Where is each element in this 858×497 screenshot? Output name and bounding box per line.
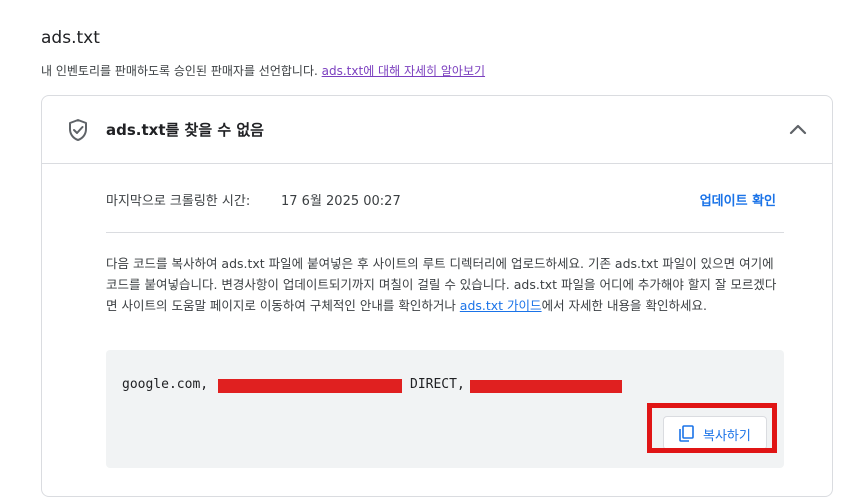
redacted-cert-id bbox=[470, 380, 622, 393]
status-card-header[interactable]: ads.txt를 찾을 수 없음 bbox=[42, 96, 832, 164]
instructions-part2: 에서 자세한 내용을 확인하세요. bbox=[541, 298, 707, 313]
divider bbox=[106, 232, 784, 233]
last-crawled-value: 17 6월 2025 00:27 bbox=[281, 194, 401, 209]
page-subtitle: 내 인벤토리를 판매하도록 승인된 판매자를 선언합니다. ads.txt에 대… bbox=[41, 62, 485, 79]
instructions-text: 다음 코드를 복사하여 ads.txt 파일에 붙여넣은 후 사이트의 루트 디… bbox=[106, 253, 782, 316]
learn-more-link[interactable]: ads.txt에 대해 자세히 알아보기 bbox=[322, 64, 485, 78]
ads-txt-guide-link[interactable]: ads.txt 가이드 bbox=[460, 298, 542, 313]
subtitle-text: 내 인벤토리를 판매하도록 승인된 판매자를 선언합니다. bbox=[41, 64, 318, 78]
chevron-up-icon[interactable] bbox=[788, 120, 808, 140]
check-update-button[interactable]: 업데이트 확인 bbox=[700, 190, 776, 209]
shield-check-icon bbox=[69, 119, 87, 141]
status-label: ads.txt를 찾을 수 없음 bbox=[106, 121, 264, 139]
code-prefix: google.com, bbox=[122, 377, 209, 392]
code-relationship: DIRECT, bbox=[410, 377, 465, 392]
last-crawled-label: 마지막으로 크롤링한 시간: bbox=[106, 194, 251, 209]
copy-button-highlight bbox=[647, 403, 777, 453]
page-title: ads.txt bbox=[41, 28, 100, 48]
redacted-publisher-id bbox=[218, 379, 402, 393]
